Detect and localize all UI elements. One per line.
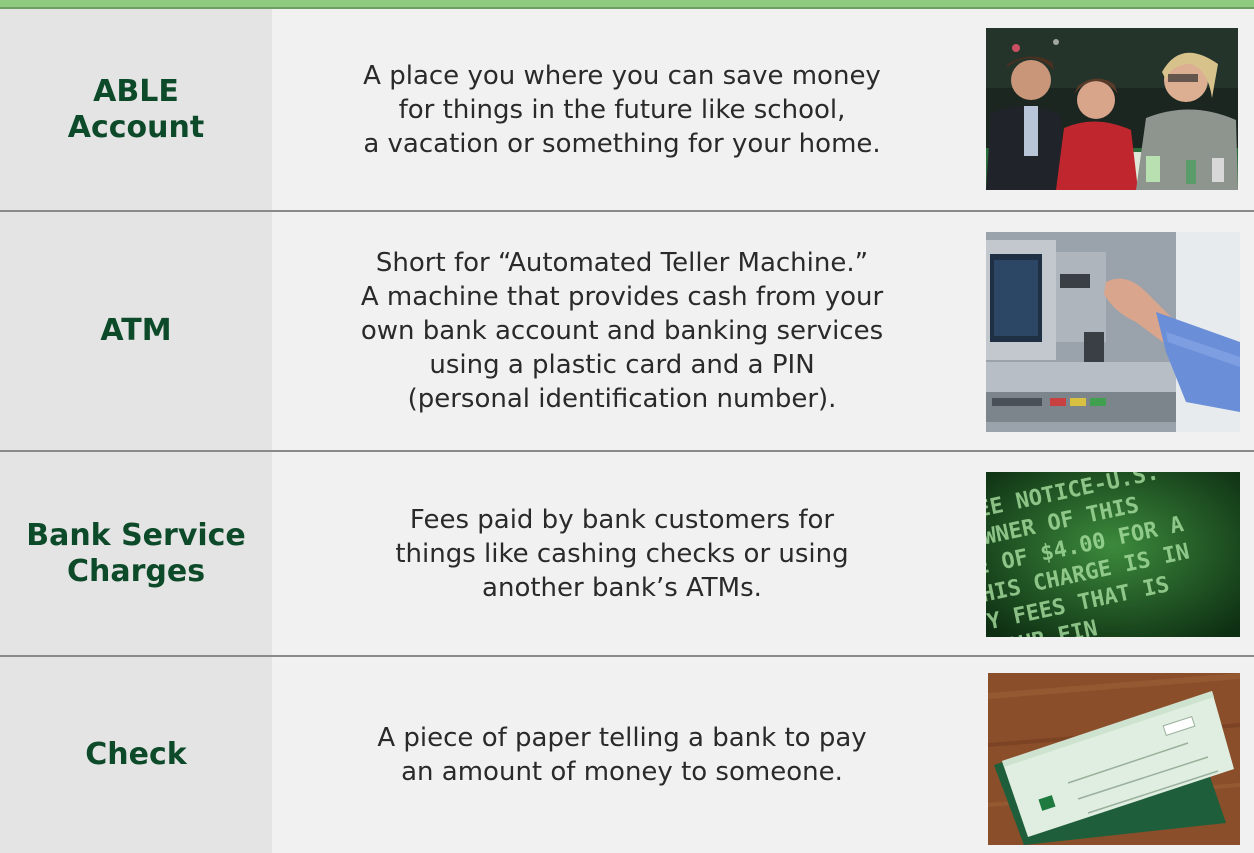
term-cell: Check (0, 657, 272, 853)
glossary-row: ATM Short for “Automated Teller Machine.… (0, 212, 1254, 452)
image-cell (972, 657, 1254, 853)
definition-text: Fees paid by bank customers for things l… (395, 504, 849, 603)
image-cell (972, 212, 1254, 450)
image-cell (972, 9, 1254, 210)
term-label: Bank Service Charges (26, 517, 246, 589)
definition-text: A piece of paper telling a bank to pay a… (377, 723, 867, 787)
glossary-row: Bank Service Charges Fees paid by bank c… (0, 452, 1254, 657)
image-cell: FEE NOTICE-U.S.OWNER OF THISE OF $4.00 F… (972, 452, 1254, 655)
term-cell: ATM (0, 212, 272, 450)
bank-check-photo (988, 673, 1240, 845)
definition-cell: A piece of paper telling a bank to pay a… (272, 657, 972, 853)
people-at-table-photo (986, 28, 1238, 190)
definition-cell: Short for “Automated Teller Machine.” A … (272, 212, 972, 450)
glossary-page: ABLE Account A place you where you can s… (0, 0, 1254, 853)
term-cell: ABLE Account (0, 9, 272, 210)
term-label: Check (85, 737, 187, 772)
definition-text: A place you where you can save money for… (363, 60, 881, 159)
atm-machine-photo (986, 232, 1240, 432)
glossary-row: ABLE Account A place you where you can s… (0, 9, 1254, 212)
header-bar (0, 0, 1254, 9)
fee-notice-screen-photo: FEE NOTICE-U.S.OWNER OF THISE OF $4.00 F… (986, 472, 1240, 637)
term-cell: Bank Service Charges (0, 452, 272, 655)
term-label: ABLE Account (67, 73, 205, 145)
definition-cell: Fees paid by bank customers for things l… (272, 452, 972, 655)
definition-cell: A place you where you can save money for… (272, 9, 972, 210)
glossary-row: Check A piece of paper telling a bank to… (0, 657, 1254, 853)
term-label: ATM (100, 313, 172, 348)
definition-text: Short for “Automated Teller Machine.” A … (360, 248, 884, 414)
